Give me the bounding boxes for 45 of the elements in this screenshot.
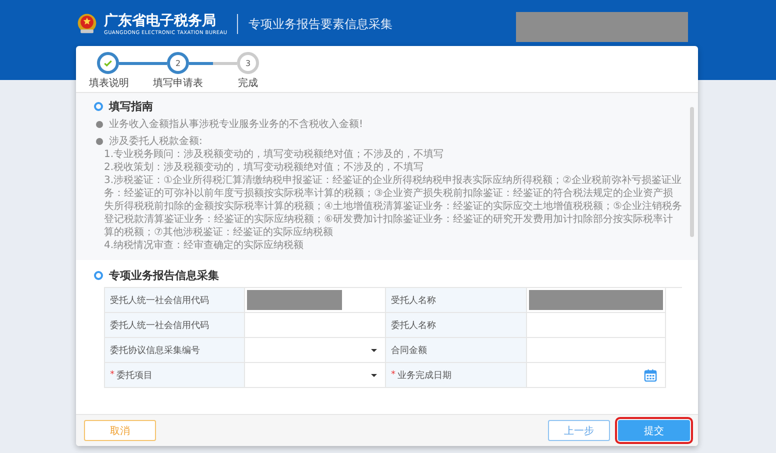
- caret-icon: [371, 348, 377, 352]
- guide-text: 1.专业税务顾问：涉及税额变动的，填写变动税额绝对值；不涉及的，不填写: [103, 148, 445, 161]
- field-label: 委托项目: [116, 369, 152, 382]
- step-connector: [189, 62, 237, 64]
- field-label: 受托人名称: [391, 294, 436, 306]
- submit-button[interactable]: 提交: [618, 420, 690, 441]
- step-number: 3: [245, 58, 251, 68]
- field-label: 业务完成日期: [398, 370, 452, 382]
- required-mark: *: [110, 370, 114, 380]
- input-field[interactable]: [245, 313, 386, 338]
- field-label: 委托人统一社会信用代码: [110, 319, 209, 332]
- back-button[interactable]: 上一步: [548, 420, 610, 441]
- field-label: 合同金额: [391, 344, 427, 356]
- section-icon: [94, 102, 103, 111]
- step-label: 填写申请表: [152, 76, 204, 90]
- check-icon: [103, 58, 113, 68]
- field-label: 委托协议信息采集编号: [110, 344, 200, 356]
- guide-text: 3.涉税鉴证：①企业所得税汇算清缴纳税申报鉴证：经鉴证的企业所得税纳税申报表实际应纳所得税额；②企业税前弥补亏损鉴证业务：经鉴证的可弥补以前年度亏损额按实际税率计算的税额；③企业资产损失税前扣除鉴证：经鉴证的符合税法规定的企业资产损失所得税税前扣除的金额按实际税率计算的税额；④土地增值税清算鉴证业务：经鉴证的实际应交土地增值税税额；⑤企业注销税务登记税款清算鉴证业务：经鉴证的实际应纳税额；⑥研发费加计扣除鉴证业务：经鉴证的研究开发费用加计扣除部分按实际税率计算的税额；⑦其他涉税鉴证：经鉴证的实际应纳税额: [103, 174, 682, 239]
- section-icon: [94, 271, 103, 280]
- input-field[interactable]: [527, 313, 666, 338]
- bullet-icon: [96, 138, 103, 145]
- section-title: 填写指南: [109, 99, 153, 114]
- guide-text: 涉及委托人税款金额:: [109, 135, 202, 148]
- dropdown-field[interactable]: [245, 338, 386, 363]
- page-title: 专项业务报告要素信息采集: [248, 16, 392, 32]
- bullet-icon: [96, 121, 103, 128]
- input-field[interactable]: [527, 338, 666, 363]
- scrollbar[interactable]: [690, 107, 694, 237]
- field-label: 委托人名称: [391, 319, 436, 332]
- field-label: 受托人统一社会信用代码: [110, 294, 209, 306]
- required-mark: *: [391, 370, 396, 380]
- date-field[interactable]: [527, 363, 666, 388]
- guide-text: 2.税收策划：涉及税额变动的，填写变动税额绝对值；不涉及的，不填写: [103, 161, 425, 174]
- section-title: 专项业务报告信息采集: [109, 268, 219, 283]
- guide-text: 4.纳税情况审查：经审查确定的实际应纳税额: [103, 239, 305, 252]
- step-label: 填表说明: [88, 76, 130, 90]
- emblem-icon: [76, 13, 98, 35]
- cancel-button[interactable]: 取消: [84, 420, 156, 441]
- site-title: 广东省电子税务局: [104, 12, 217, 30]
- guide-text: 业务收入金额指从事涉税专业服务业务的不含税收入金额!: [109, 118, 364, 131]
- step-label: 完成: [237, 76, 259, 90]
- caret-icon: [371, 374, 377, 376]
- dropdown-field[interactable]: [245, 363, 386, 388]
- step-number: 2: [175, 58, 181, 68]
- calendar-icon[interactable]: [644, 368, 657, 382]
